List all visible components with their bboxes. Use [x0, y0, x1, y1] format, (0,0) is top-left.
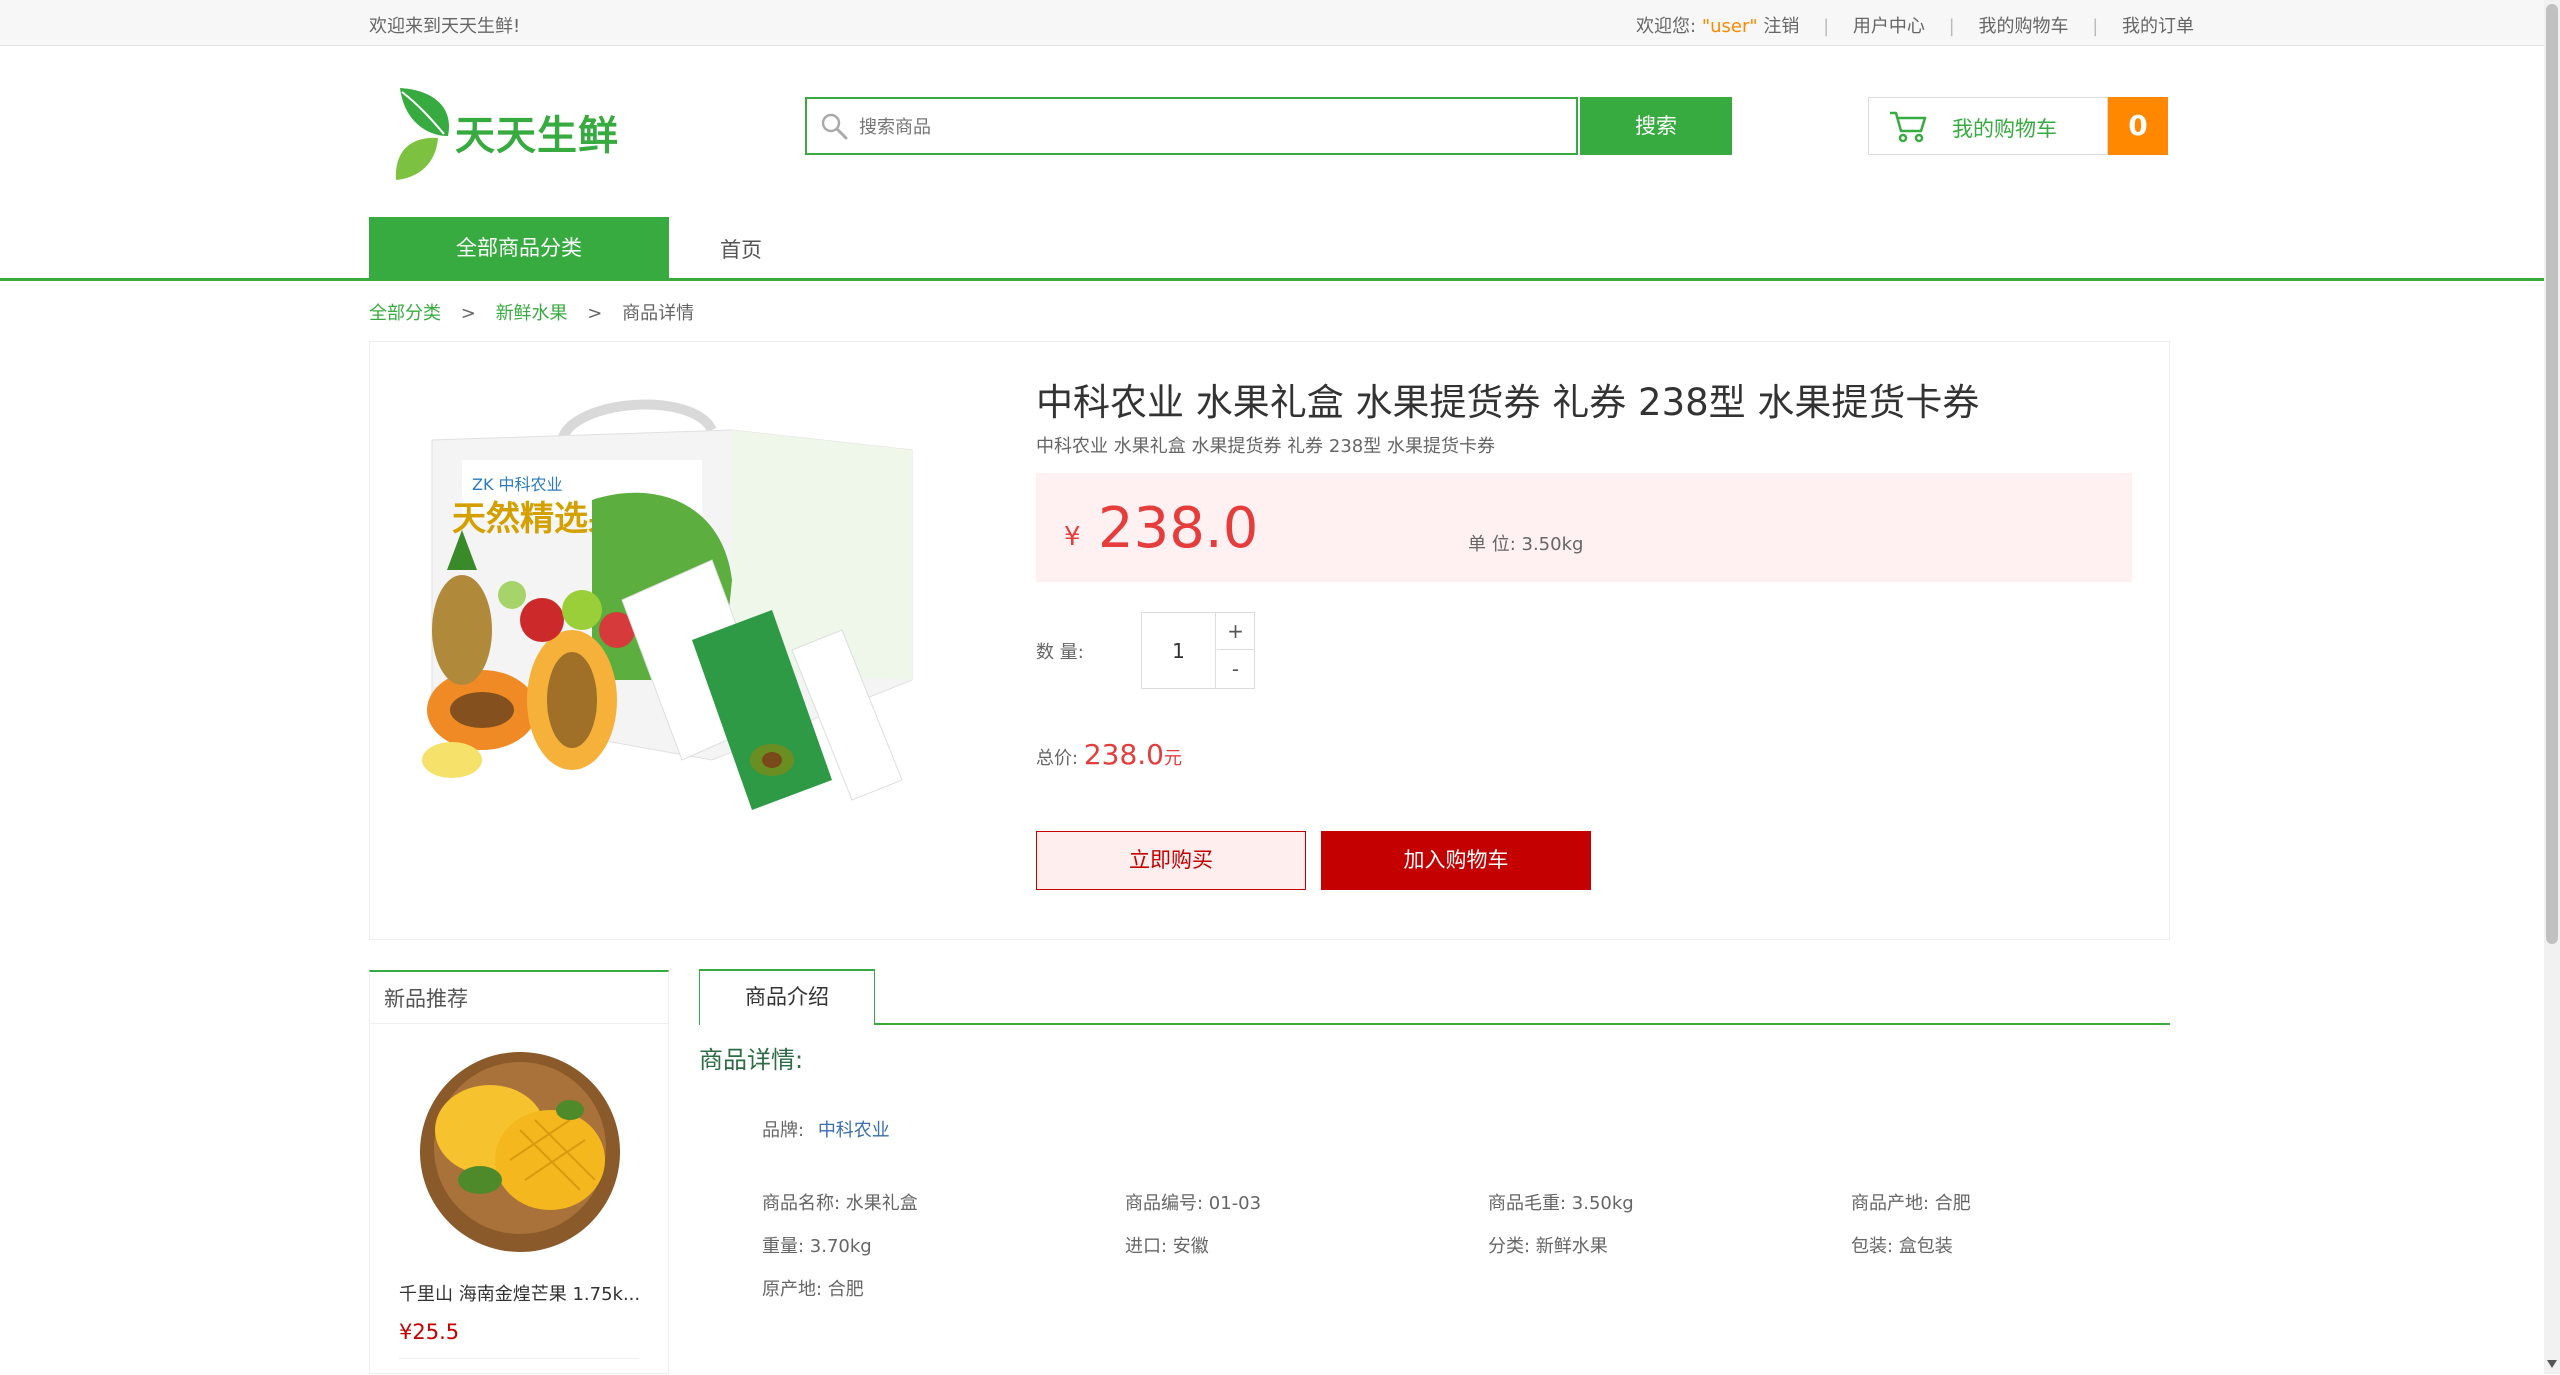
- user-center-link[interactable]: 用户中心: [1853, 16, 1925, 37]
- spec-import: 进口: 安徽: [1125, 1236, 1209, 1257]
- nav-underline: [0, 278, 2544, 281]
- sidebar-product-image[interactable]: [410, 1040, 630, 1262]
- buy-now-button[interactable]: 立即购买: [1036, 831, 1306, 890]
- spec-place-of-origin: 原产地: 合肥: [762, 1279, 864, 1300]
- sidebar-item-divider: [399, 1358, 639, 1359]
- breadcrumb-current: 商品详情: [622, 303, 695, 324]
- divider: |: [2092, 16, 2099, 37]
- quantity-input[interactable]: [1142, 613, 1216, 688]
- spec-product-name: 商品名称: 水果礼盒: [762, 1193, 918, 1214]
- sidebar-divider: [370, 1023, 668, 1024]
- divider: |: [1948, 16, 1955, 37]
- tab-active-cover: [700, 1023, 874, 1025]
- svg-text:ZK 中科农业: ZK 中科农业: [472, 475, 563, 494]
- username-link[interactable]: "user": [1702, 16, 1758, 37]
- sidebar-product-price: ¥25.5: [399, 1320, 460, 1344]
- spec-origin: 商品产地: 合肥: [1851, 1193, 1971, 1214]
- product-unit: 单 位: 3.50kg: [1468, 534, 1584, 555]
- brand-label: 品牌:: [762, 1120, 805, 1141]
- my-cart-link[interactable]: 我的购物车: [1978, 16, 2068, 37]
- home-link[interactable]: 首页: [720, 234, 762, 264]
- welcome-text: 欢迎来到天天生鲜!: [369, 16, 521, 37]
- my-orders-link[interactable]: 我的订单: [2122, 16, 2194, 37]
- spec-packaging: 包装: 盒包装: [1851, 1236, 1953, 1257]
- spec-gross-weight: 商品毛重: 3.50kg: [1488, 1193, 1634, 1214]
- quantity-plus-button[interactable]: +: [1217, 613, 1254, 650]
- product-subtitle: 中科农业 水果礼盒 水果提货券 礼券 238型 水果提货卡券: [1036, 436, 1495, 457]
- spec-weight: 重量: 3.70kg: [762, 1236, 872, 1257]
- breadcrumb-sep: >: [587, 303, 603, 324]
- total-price: 总价: 238.0元: [1036, 738, 1182, 771]
- logo-text[interactable]: 天天生鲜: [455, 103, 619, 161]
- divider: |: [1823, 16, 1830, 37]
- product-price: 238.0: [1098, 496, 1259, 561]
- breadcrumb: 全部分类 > 新鲜水果 > 商品详情: [369, 299, 694, 325]
- currency-symbol: ¥: [1064, 522, 1081, 552]
- add-to-cart-button[interactable]: 加入购物车: [1321, 831, 1591, 890]
- logo-leaf-icon[interactable]: [392, 84, 462, 180]
- quantity-minus-button[interactable]: -: [1217, 651, 1254, 688]
- breadcrumb-category[interactable]: 新鲜水果: [496, 303, 568, 324]
- total-label: 总价:: [1036, 748, 1079, 769]
- search-input[interactable]: [857, 107, 1561, 147]
- spec-category: 分类: 新鲜水果: [1488, 1236, 1608, 1257]
- tab-product-intro[interactable]: 商品介绍: [699, 969, 875, 1025]
- spec-product-code: 商品编号: 01-03: [1125, 1193, 1262, 1214]
- breadcrumb-all[interactable]: 全部分类: [369, 303, 441, 324]
- breadcrumb-sep: >: [460, 303, 476, 324]
- total-unit: 元: [1163, 748, 1182, 769]
- scroll-down-arrow-icon[interactable]: [2546, 1356, 2558, 1370]
- all-categories-menu[interactable]: 全部商品分类: [369, 217, 669, 280]
- product-image: ZK 中科农业 天然精选果蔬: [392, 380, 952, 900]
- logout-link[interactable]: 注销: [1763, 16, 1799, 37]
- top-links: 欢迎您: "user" 注销 | 用户中心 | 我的购物车 | 我的订单: [1636, 12, 2194, 38]
- search-button[interactable]: 搜索: [1580, 97, 1732, 155]
- brand-row: 品牌: 中科农业: [762, 1116, 890, 1142]
- tab-underline: [699, 1023, 2170, 1025]
- search-icon: [819, 111, 849, 141]
- sidebar-product-name[interactable]: 千里山 海南金煌芒果 1.75k...: [399, 1280, 639, 1306]
- cart-icon: [1888, 109, 1928, 143]
- cart-label[interactable]: 我的购物车: [1952, 113, 2057, 143]
- sidebar-title: 新品推荐: [384, 987, 468, 1011]
- total-value: 238.0: [1083, 738, 1164, 771]
- detail-heading: 商品详情:: [699, 1046, 804, 1074]
- quantity-label: 数 量:: [1036, 642, 1084, 663]
- brand-link[interactable]: 中科农业: [818, 1120, 890, 1141]
- product-title: 中科农业 水果礼盒 水果提货券 礼券 238型 水果提货卡券: [1036, 381, 1980, 424]
- greeting-text: 欢迎您:: [1636, 16, 1697, 37]
- scrollbar-thumb[interactable]: [2546, 4, 2558, 944]
- cart-count-badge: 0: [2108, 97, 2168, 155]
